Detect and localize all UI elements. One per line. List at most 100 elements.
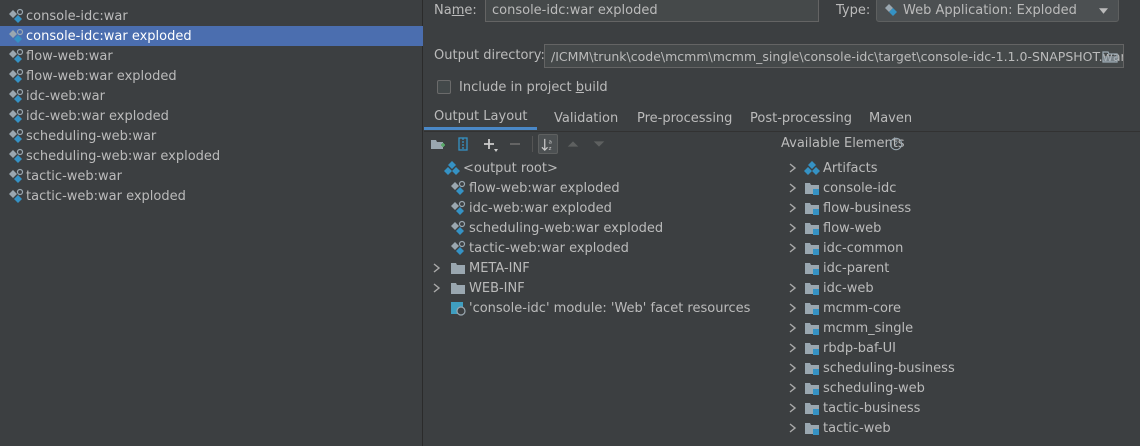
module-folder-icon: [805, 303, 819, 315]
output-tree-node[interactable]: flow-web:war exploded: [430, 178, 620, 198]
chevron-placeholder: [430, 161, 444, 175]
module-folder-icon: [805, 403, 819, 415]
toolbar-separator: [532, 136, 533, 152]
chevron-placeholder: [430, 181, 450, 195]
chevron-right-icon[interactable]: [786, 401, 800, 415]
available-element-node[interactable]: rbdp-baf-UI: [786, 338, 896, 358]
available-element-node[interactable]: scheduling-business: [786, 358, 955, 378]
create-archive-icon[interactable]: [454, 135, 472, 153]
artifact-list-item-label: flow-web:war: [26, 48, 113, 64]
artifact-list-item[interactable]: console-idc:war: [0, 6, 423, 26]
add-icon[interactable]: [481, 135, 499, 153]
available-element-label: mcmm-core: [823, 300, 901, 316]
tab-post-processing[interactable]: Post-processing: [750, 106, 852, 130]
artifact-list-item-label: tactic-web:war: [26, 168, 122, 184]
available-element-node[interactable]: idc-common: [786, 238, 903, 258]
chevron-right-icon[interactable]: [786, 341, 800, 355]
chevron-right-icon[interactable]: [786, 221, 800, 235]
output-tree-node[interactable]: META-INF: [430, 258, 530, 278]
svg-text:z: z: [548, 146, 551, 152]
artifact-list-item-label: console-idc:war exploded: [26, 28, 192, 44]
artifact-list-item[interactable]: scheduling-web:war: [0, 126, 423, 146]
move-up-icon[interactable]: [564, 135, 582, 153]
module-folder-icon: [805, 203, 819, 215]
artifact-list-item[interactable]: scheduling-web:war exploded: [0, 146, 423, 166]
include-in-build-checkbox[interactable]: [437, 80, 451, 94]
available-element-node[interactable]: flow-web: [786, 218, 881, 238]
chevron-right-icon[interactable]: [786, 181, 800, 195]
name-field[interactable]: console-idc:war exploded: [485, 0, 819, 22]
available-element-node[interactable]: mcmm-core: [786, 298, 901, 318]
output-tree-node-label: idc-web:war exploded: [469, 200, 612, 216]
tab-label: Output Layout: [434, 109, 528, 124]
name-label: Name:: [434, 3, 477, 18]
artifact-list-item[interactable]: flow-web:war: [0, 46, 423, 66]
create-directory-icon[interactable]: [429, 135, 447, 153]
available-element-label: tactic-business: [823, 400, 921, 416]
folder-icon: [451, 263, 465, 274]
browse-folder-icon[interactable]: [1102, 49, 1118, 65]
tab-validation[interactable]: Validation: [554, 106, 618, 130]
output-tree-node[interactable]: tactic-web:war exploded: [430, 238, 629, 258]
output-tree-node-label: META-INF: [469, 260, 530, 276]
available-element-node[interactable]: Artifacts: [786, 158, 878, 178]
artifact-list-item[interactable]: console-idc:war exploded: [0, 26, 423, 46]
chevron-right-icon[interactable]: [786, 321, 800, 335]
output-directory-field[interactable]: /ICMM\trunk\code\mcmm\mcmm_single\consol…: [544, 44, 1124, 68]
tab-pre-processing[interactable]: Pre-processing: [637, 106, 732, 130]
output-tree-node[interactable]: scheduling-web:war exploded: [430, 218, 663, 238]
available-element-label: idc-parent: [823, 260, 890, 276]
output-tree-node[interactable]: WEB-INF: [430, 278, 525, 298]
chevron-right-icon[interactable]: [786, 301, 800, 315]
module-folder-icon: [805, 223, 819, 235]
available-element-label: flow-business: [823, 200, 912, 216]
help-icon[interactable]: ?: [889, 137, 903, 151]
sort-icon[interactable]: az: [538, 134, 558, 154]
available-element-node[interactable]: idc-web: [786, 278, 874, 298]
chevron-right-icon[interactable]: [786, 161, 800, 175]
output-tree-node[interactable]: idc-web:war exploded: [430, 198, 612, 218]
chevron-right-icon[interactable]: [430, 261, 444, 275]
tab-output-layout[interactable]: Output Layout: [424, 106, 538, 130]
type-select-value: Web Application: Exploded: [903, 2, 1077, 18]
artifact-editor: Name: console-idc:war exploded Type: Web…: [424, 0, 1140, 446]
artifacts-icon: [804, 161, 820, 175]
available-element-node[interactable]: tactic-business: [786, 398, 920, 418]
tab-maven[interactable]: Maven: [869, 106, 912, 130]
available-element-node[interactable]: tactic-web: [786, 418, 891, 438]
chevron-right-icon[interactable]: [786, 421, 800, 435]
available-element-node[interactable]: scheduling-web: [786, 378, 925, 398]
artifact-list-item-label: scheduling-web:war exploded: [26, 148, 221, 164]
chevron-placeholder: [430, 221, 450, 235]
artifact-list-item[interactable]: idc-web:war: [0, 86, 423, 106]
module-folder-icon: [805, 423, 819, 435]
move-down-icon[interactable]: [590, 135, 608, 153]
output-tree-node-label: tactic-web:war exploded: [469, 240, 629, 256]
chevron-right-icon[interactable]: [786, 241, 800, 255]
chevron-right-icon[interactable]: [786, 281, 800, 295]
output-tree-node[interactable]: 'console-idc' module: 'Web' facet resour…: [430, 298, 750, 318]
war-exploded-artifact-icon: [451, 180, 466, 195]
chevron-right-icon[interactable]: [786, 201, 800, 215]
available-element-node[interactable]: flow-business: [786, 198, 911, 218]
chevron-right-icon[interactable]: [786, 381, 800, 395]
chevron-right-icon[interactable]: [786, 361, 800, 375]
artifact-list-item[interactable]: tactic-web:war: [0, 166, 423, 186]
type-select[interactable]: Web Application: Exploded: [876, 0, 1119, 22]
available-element-label: rbdp-baf-UI: [823, 340, 896, 356]
available-element-label: tactic-web: [823, 420, 891, 436]
artifact-list-item[interactable]: flow-web:war exploded: [0, 66, 423, 86]
available-element-node[interactable]: console-idc: [786, 178, 896, 198]
output-tree-node[interactable]: <output root>: [430, 158, 558, 178]
artifact-list-item-label: scheduling-web:war: [26, 128, 157, 144]
available-element-node[interactable]: mcmm_single: [786, 318, 913, 338]
artifact-list-item[interactable]: tactic-web:war exploded: [0, 186, 423, 206]
war-exploded-artifact-icon: [9, 28, 24, 43]
tab-bar-divider: [424, 131, 1140, 132]
artifact-list-item[interactable]: idc-web:war exploded: [0, 106, 423, 126]
web-facet-icon: [451, 302, 466, 316]
chevron-right-icon[interactable]: [430, 281, 444, 295]
remove-icon[interactable]: [506, 135, 524, 153]
module-folder-icon: [805, 323, 819, 335]
available-element-node[interactable]: idc-parent: [786, 258, 889, 278]
